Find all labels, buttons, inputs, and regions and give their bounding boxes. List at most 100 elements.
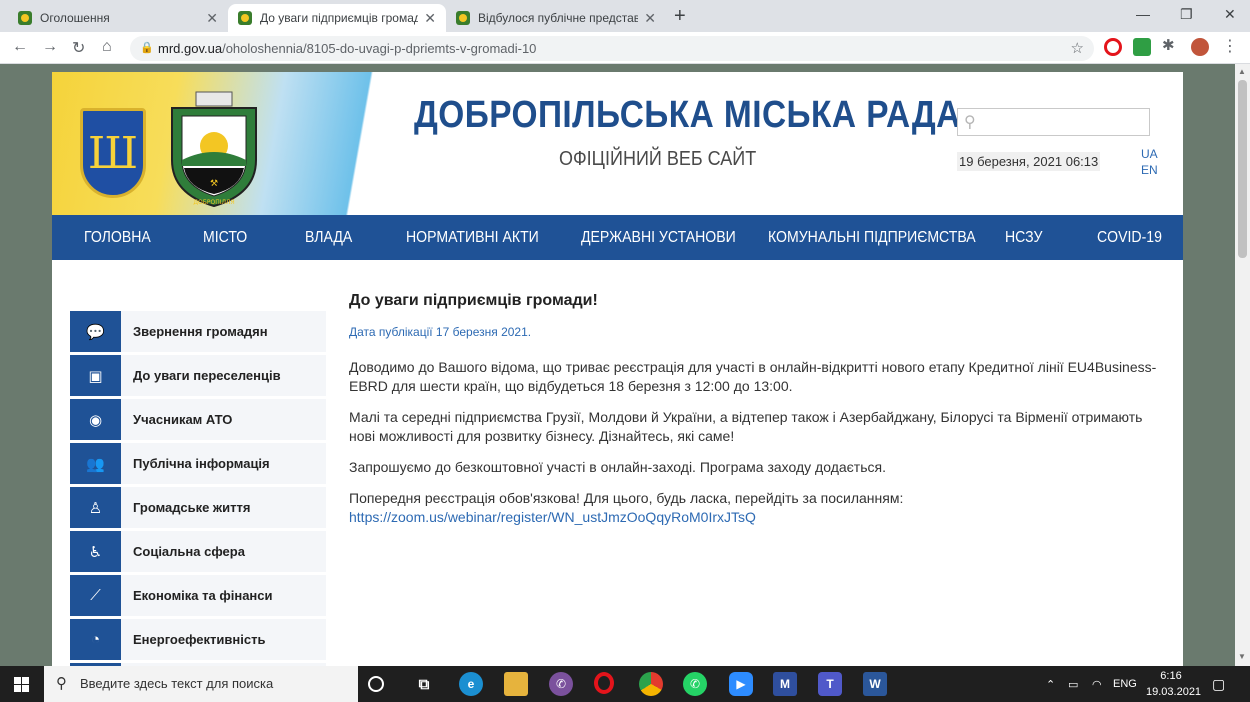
clock-date: 19.03.2021: [1146, 686, 1202, 698]
main-menu: ГОЛОВНА МІСТО ВЛАДА НОРМАТИВНІ АКТИ ДЕРЖ…: [52, 215, 1183, 260]
show-hidden-icons[interactable]: ⌃: [1046, 666, 1055, 702]
search-input[interactable]: ⚲: [957, 108, 1150, 136]
sidebar-item-label: До уваги переселенців: [133, 368, 281, 383]
close-window-icon[interactable]: ✕: [1224, 6, 1236, 23]
wifi-icon[interactable]: ◠: [1092, 666, 1102, 702]
file-explorer-icon[interactable]: [504, 672, 528, 696]
minimize-icon[interactable]: —: [1136, 6, 1150, 22]
page-scrollbar[interactable]: ▲ ▼: [1235, 64, 1250, 666]
new-tab-icon[interactable]: +: [674, 6, 686, 26]
profile-avatar[interactable]: [1191, 38, 1209, 56]
site-subtitle: ОФІЦІЙНИЙ ВЕБ САЙТ: [559, 148, 757, 170]
sidebar-item-label: Соціальна сфера: [133, 544, 245, 559]
taskbar-clock[interactable]: 6:16 19.03.2021: [1146, 668, 1202, 700]
sidebar: 💬 Звернення громадян ▣ До уваги переселенц…: [70, 311, 326, 666]
bookmark-star-icon[interactable]: ☆: [1071, 36, 1084, 61]
article: До уваги підприємців громади! Дата публі…: [349, 291, 1164, 527]
viber-icon[interactable]: ✆: [549, 672, 573, 696]
sidebar-item-label: Звернення громадян: [133, 324, 268, 339]
sidebar-item-social-sphere[interactable]: ♿ Соціальна сфера: [70, 531, 326, 572]
extensions-puzzle-icon[interactable]: ✱: [1162, 36, 1180, 54]
ukraine-trident-emblem-icon: Ш: [80, 108, 146, 198]
users-icon: 👥: [70, 443, 121, 484]
scroll-down-icon[interactable]: ▼: [1238, 652, 1246, 661]
sidebar-item-label: Громадське життя: [133, 500, 251, 515]
windows-start-icon[interactable]: [14, 677, 29, 692]
sidebar-item-displaced-persons[interactable]: ▣ До уваги переселенців: [70, 355, 326, 396]
forward-icon[interactable]: →: [42, 38, 58, 56]
lang-ua-link[interactable]: UA: [1141, 147, 1158, 161]
cortana-icon[interactable]: [368, 676, 384, 692]
menu-item-city[interactable]: МІСТО: [203, 229, 247, 247]
web-page: Ш ⚒ ДОБРОПІЛЛЯ ДОБРОПІЛЬСЬКА МІСЬКА РАДА…: [52, 72, 1183, 666]
sidebar-item-citizen-appeals[interactable]: 💬 Звернення громадян: [70, 311, 326, 352]
word-icon[interactable]: W: [863, 672, 887, 696]
sidebar-item-label: Учасникам АТО: [133, 412, 233, 427]
sidebar-item-public-life[interactable]: ♙ Громадське життя: [70, 487, 326, 528]
opera-icon[interactable]: [594, 672, 614, 694]
sidebar-item-public-information[interactable]: 👥 Публічна інформація: [70, 443, 326, 484]
menu-item-state-institutions[interactable]: ДЕРЖАВНІ УСТАНОВИ: [581, 229, 736, 247]
sidebar-item-label: Енергоефективність: [133, 632, 266, 647]
url-host: mrd.gov.ua: [158, 41, 223, 56]
menu-item-nszu[interactable]: НСЗУ: [1005, 229, 1042, 247]
restore-icon[interactable]: ❐: [1180, 6, 1193, 23]
zoom-icon[interactable]: ▶: [729, 672, 753, 696]
tab-announcements[interactable]: Оголошення ✕: [8, 4, 228, 32]
tab-title: Оголошення: [40, 11, 110, 25]
article-paragraph: Доводимо до Вашого відома, що триває реє…: [349, 359, 1157, 394]
accessibility-icon: ♿: [70, 531, 121, 572]
back-icon[interactable]: ←: [12, 38, 28, 56]
menu-item-communal-enterprises[interactable]: КОМУНАЛЬНІ ПІДПРИЄМСТВА: [768, 229, 976, 247]
battery-icon[interactable]: ▭: [1068, 666, 1078, 702]
chrome-icon[interactable]: [639, 672, 663, 696]
site-favicon-icon: [18, 11, 32, 25]
task-view-icon[interactable]: ⧉: [412, 672, 436, 696]
svg-text:⚒: ⚒: [210, 179, 218, 189]
sidebar-item-ato-participants[interactable]: ◉ Учасникам АТО: [70, 399, 326, 440]
menu-item-home[interactable]: ГОЛОВНА: [84, 229, 151, 247]
sidebar-item-economy-finance[interactable]: ⟋ Економіка та фінанси: [70, 575, 326, 616]
menu-item-authorities[interactable]: ВЛАДА: [305, 229, 352, 247]
article-paragraph: Малі та середні підприємства Грузії, Мол…: [349, 409, 1143, 444]
article-paragraph: Попередня реєстрація обов'язкова! Для ць…: [349, 490, 904, 506]
extension-icon[interactable]: [1133, 38, 1151, 56]
sidebar-item-energy-efficiency[interactable]: ◔ Енергоефективність: [70, 619, 326, 660]
app-icon[interactable]: M: [773, 672, 797, 696]
clock-time: 6:16: [1160, 670, 1182, 682]
bus-icon: ▣: [70, 355, 121, 396]
menu-item-normative-acts[interactable]: НОРМАТИВНІ АКТИ: [406, 229, 539, 247]
menu-item-covid[interactable]: COVID-19: [1097, 229, 1162, 247]
notifications-icon[interactable]: ▢: [1212, 666, 1225, 702]
search-icon: ⚲: [56, 675, 67, 692]
scroll-up-icon[interactable]: ▲: [1238, 67, 1246, 76]
menu-kebab-icon[interactable]: ⋮: [1222, 36, 1240, 55]
article-paragraph: Запрошуємо до безкоштовної участі в онла…: [349, 459, 886, 475]
article-title: До уваги підприємців громади!: [349, 292, 598, 309]
close-tab-icon[interactable]: ✕: [424, 10, 436, 27]
current-date: 19 березня, 2021 06:13: [957, 152, 1101, 171]
lang-en-link[interactable]: EN: [1141, 163, 1158, 177]
lock-icon: 🔒: [140, 42, 154, 54]
tab-public-presentation[interactable]: Відбулося публічне представлення ✕: [446, 4, 666, 32]
edge-icon[interactable]: e: [459, 672, 483, 696]
chart-icon: ⟋: [70, 575, 121, 616]
reload-icon[interactable]: ↻: [72, 38, 85, 58]
whatsapp-icon[interactable]: ✆: [683, 672, 707, 696]
target-icon: ◉: [70, 399, 121, 440]
opera-extension-icon[interactable]: [1104, 38, 1122, 56]
windows-taskbar: ⚲ Введите здесь текст для поиска ⧉ e ✆ ✆…: [0, 666, 1250, 702]
address-bar[interactable]: 🔒 mrd.gov.ua/oholoshennia/8105-do-uvagi-…: [130, 36, 1094, 61]
input-language[interactable]: ENG: [1113, 666, 1137, 702]
home-icon[interactable]: ⌂: [102, 38, 112, 56]
search-icon[interactable]: ⚲: [964, 112, 976, 132]
taskbar-search-input[interactable]: ⚲ Введите здесь текст для поиска: [44, 666, 358, 702]
site-favicon-icon: [238, 11, 252, 25]
close-tab-icon[interactable]: ✕: [644, 10, 656, 27]
registration-link[interactable]: https://zoom.us/webinar/register/WN_ustJ…: [349, 509, 756, 525]
scrollbar-thumb[interactable]: [1238, 80, 1247, 258]
close-tab-icon[interactable]: ✕: [206, 10, 218, 27]
tab-current[interactable]: До уваги підприємців громади! ✕: [228, 4, 446, 32]
teams-icon[interactable]: T: [818, 672, 842, 696]
site-favicon-icon: [456, 11, 470, 25]
